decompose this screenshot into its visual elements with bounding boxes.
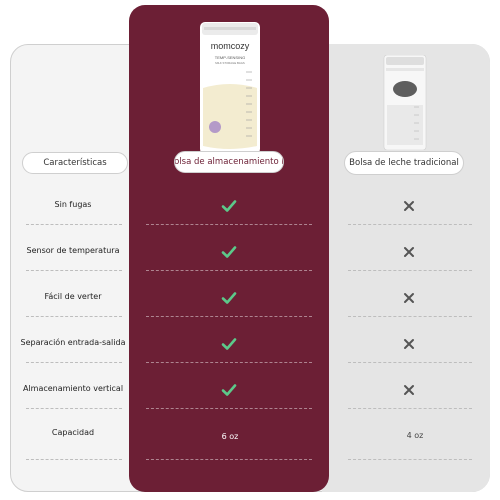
x-icon <box>404 247 414 257</box>
row-separator <box>26 270 122 271</box>
row-separator <box>348 459 472 460</box>
row-separator <box>146 362 312 363</box>
competitor-header-label: Bolsa de leche tradicional <box>349 158 459 168</box>
row-separator <box>146 316 312 317</box>
check-icon <box>221 338 237 350</box>
row-separator <box>146 408 312 409</box>
temp-indicator-icon <box>209 121 221 133</box>
row-separator <box>348 270 472 271</box>
product-header-label: Bolsa de almacenamiento BI <box>174 157 284 167</box>
row-separator <box>26 224 122 225</box>
x-icon <box>404 339 414 349</box>
features-header-label: Características <box>43 158 107 168</box>
x-icon <box>404 385 414 395</box>
row-separator <box>348 362 472 363</box>
row-separator <box>26 362 122 363</box>
row-separator <box>348 408 472 409</box>
row-separator <box>146 270 312 271</box>
capacity-competitor-value: 4 oz <box>406 431 424 440</box>
feature-label: Almacenamiento vertical <box>22 384 124 393</box>
competitor-header: Bolsa de leche tradicional <box>344 151 464 175</box>
row-separator <box>146 459 312 460</box>
x-icon <box>404 201 414 211</box>
capacity-product-value: 6 oz <box>221 432 239 441</box>
capacity-label: Capacidad <box>51 428 95 437</box>
check-icon <box>221 246 237 258</box>
feature-label: Fácil de verter <box>44 292 102 301</box>
product-bag-subtitle: TEMP-SENSING <box>215 55 245 60</box>
product-bag-brand: momcozy <box>211 41 250 51</box>
row-separator <box>348 224 472 225</box>
row-separator <box>26 408 122 409</box>
x-icon <box>404 293 414 303</box>
product-bag-image: momcozy TEMP-SENSING MILK STORAGE BAGS <box>200 22 260 154</box>
check-icon <box>221 292 237 304</box>
row-separator <box>26 459 122 460</box>
row-separator <box>26 316 122 317</box>
check-icon <box>221 200 237 212</box>
check-icon <box>221 384 237 396</box>
feature-label: Sensor de temperatura <box>26 246 120 255</box>
feature-label: Separación entrada-salida <box>20 338 126 347</box>
product-header: Bolsa de almacenamiento BI <box>174 151 284 173</box>
product-bag-subtitle2: MILK STORAGE BAGS <box>215 61 245 65</box>
traditional-bag-image <box>383 55 427 150</box>
feature-label: Sin fugas <box>54 200 92 209</box>
row-separator <box>348 316 472 317</box>
row-separator <box>146 224 312 225</box>
features-header: Características <box>22 152 128 174</box>
